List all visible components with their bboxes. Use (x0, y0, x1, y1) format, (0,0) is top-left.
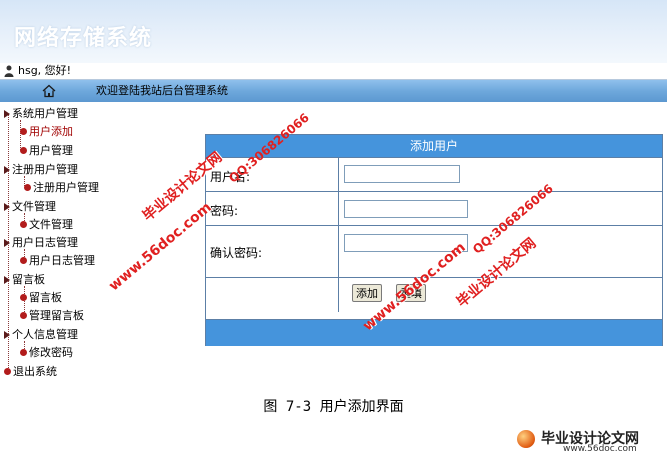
triangle-right-icon (4, 110, 10, 118)
sidebar-item-files[interactable]: 文件管理 (20, 217, 73, 233)
user-bar: hsg, 您好! (0, 63, 667, 80)
triangle-right-icon (4, 331, 10, 339)
header-banner: 网络存储系统 (0, 0, 667, 63)
sidebar-group-user-logs[interactable]: 用户日志管理 (4, 235, 78, 251)
welcome-message: 欢迎登陆我站后台管理系统 (96, 84, 228, 97)
figure-caption: 图 7-3 用户添加界面 (263, 399, 404, 415)
confirm-password-label: 确认密码: (210, 246, 263, 260)
bullet-icon (20, 294, 27, 301)
corner-watermark-logo: 毕业设计论文网 www.56doc.com (515, 428, 665, 454)
user-greeting: hsg, 您好! (18, 64, 72, 77)
triangle-right-icon (4, 239, 10, 247)
add-button[interactable]: 添加 (352, 284, 382, 302)
sidebar-item-manage-users[interactable]: 用户管理 (20, 143, 73, 159)
add-user-form: 添加用户 用户名: 密码: 确认密码: 添加 重填 (205, 134, 663, 346)
bullet-icon (4, 368, 11, 375)
sidebar-item-manage-message-board[interactable]: 管理留言板 (20, 308, 84, 324)
bullet-icon (20, 349, 27, 356)
bullet-icon (20, 221, 27, 228)
triangle-right-icon (4, 203, 10, 211)
sidebar-group-files[interactable]: 文件管理 (4, 199, 56, 215)
triangle-right-icon (4, 276, 10, 284)
username-input[interactable] (344, 165, 460, 183)
username-row: 用户名: (206, 157, 662, 192)
corner-watermark-url: www.56doc.com (563, 444, 637, 454)
triangle-right-icon (4, 166, 10, 174)
sidebar-item-logout[interactable]: 退出系统 (4, 364, 57, 380)
sidebar-item-change-password[interactable]: 修改密码 (20, 345, 73, 361)
sidebar-group-personal-info[interactable]: 个人信息管理 (4, 327, 78, 343)
app-title: 网络存储系统 (14, 25, 153, 51)
logo-ball-icon (517, 430, 535, 448)
user-icon (4, 65, 14, 77)
bullet-icon (20, 128, 27, 135)
bullet-icon (20, 312, 27, 319)
bullet-icon (20, 147, 27, 154)
form-footer-bar (206, 319, 662, 346)
bullet-icon (20, 257, 27, 264)
password-row: 密码: (206, 191, 662, 226)
password-input[interactable] (344, 200, 468, 218)
sidebar-group-registered-users[interactable]: 注册用户管理 (4, 162, 78, 178)
sidebar-item-add-user[interactable]: 用户添加 (20, 124, 73, 140)
sidebar-item-message-board[interactable]: 留言板 (20, 290, 62, 306)
sidebar-item-user-logs[interactable]: 用户日志管理 (20, 253, 95, 269)
sidebar-group-system-users[interactable]: 系统用户管理 (4, 106, 78, 122)
home-icon[interactable] (42, 84, 56, 98)
sidebar-item-registered-users[interactable]: 注册用户管理 (24, 180, 99, 196)
button-row: 添加 重填 (206, 277, 662, 312)
bullet-icon (24, 184, 31, 191)
sidebar-tree: 系统用户管理 用户添加 用户管理 注册用户管理 注册用户管理 文件管理 文件管理… (0, 106, 140, 386)
nav-bar: 欢迎登陆我站后台管理系统 (0, 80, 667, 102)
